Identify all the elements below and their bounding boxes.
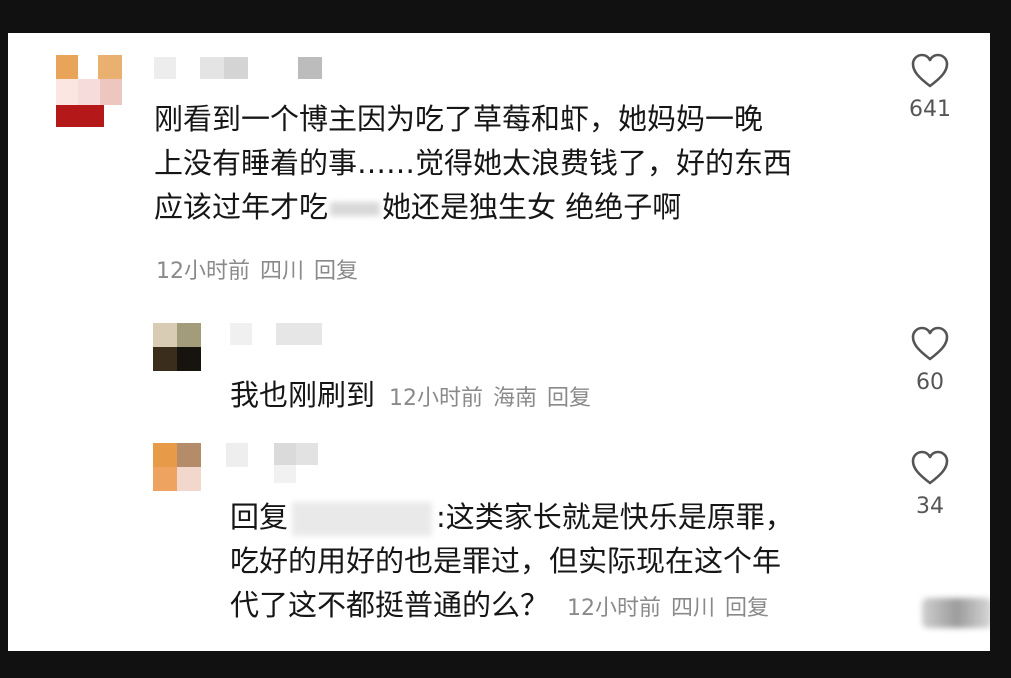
comment-text: 刚看到一个博主因为吃了草莓和虾，她妈妈一晚 上没有睡着的事……觉得她太浪费钱了，… [154,97,792,229]
comments-panel: 刚看到一个博主因为吃了草莓和虾，她妈妈一晚 上没有睡着的事……觉得她太浪费钱了，… [8,33,990,651]
heart-outline-icon [900,450,960,486]
comment-line: 刚看到一个博主因为吃了草莓和虾，她妈妈一晚 [154,102,764,136]
reply-prefix: 回复 [230,500,289,534]
location: 海南 [493,386,538,411]
heart-outline-icon [900,326,960,362]
comment-line: 应该过年才吃 她还是独生女 绝绝子啊 [154,190,682,224]
comment-line: 上没有睡着的事……觉得她太浪费钱了，好的东西 [154,146,793,180]
reply-button[interactable]: 回复 [547,386,591,411]
comment-line: 回复:这类家长就是快乐是原罪， [230,500,794,536]
like-button[interactable]: 34 [900,450,960,522]
timestamp: 12小时前 [389,386,484,411]
location: 四川 [671,596,716,621]
username-redacted[interactable] [226,443,356,483]
comment-text: 回复:这类家长就是快乐是原罪， 吃好的用好的也是罪过，但实际现在这个年 代了这不… [230,495,794,627]
comment-meta: 12小时前 海南 回复 [389,386,601,411]
watermark [922,598,990,628]
comment-meta: 12小时前 四川 回复 [156,257,368,287]
redacted-username [292,502,433,536]
comment-text: 我也刚刷到 12小时前 海南 回复 [230,373,601,417]
avatar[interactable] [153,323,201,371]
comment-line: 吃好的用好的也是罪过，但实际现在这个年 [230,544,782,578]
redacted-emoji [330,202,381,216]
timestamp: 12小时前 [156,259,250,284]
like-count: 641 [909,97,951,122]
reply-button[interactable]: 回复 [725,596,769,621]
comment-line: 代了这不都挺普通的么？ 12小时前 四川 回复 [230,583,794,627]
like-button[interactable]: 60 [900,326,960,398]
timestamp: 12小时前 [567,596,662,621]
heart-outline-icon [900,53,960,89]
comment-meta: 12小时前 四川 回复 [567,596,779,621]
username-redacted[interactable] [230,323,330,345]
username-redacted[interactable] [154,57,334,79]
reply-button[interactable]: 回复 [314,259,358,284]
like-count: 34 [916,494,944,519]
like-count: 60 [916,370,944,395]
location: 四川 [260,259,305,284]
like-button[interactable]: 641 [900,53,960,125]
avatar[interactable] [56,55,130,129]
comment-body: 我也刚刷到 [230,378,376,412]
avatar[interactable] [153,443,201,491]
